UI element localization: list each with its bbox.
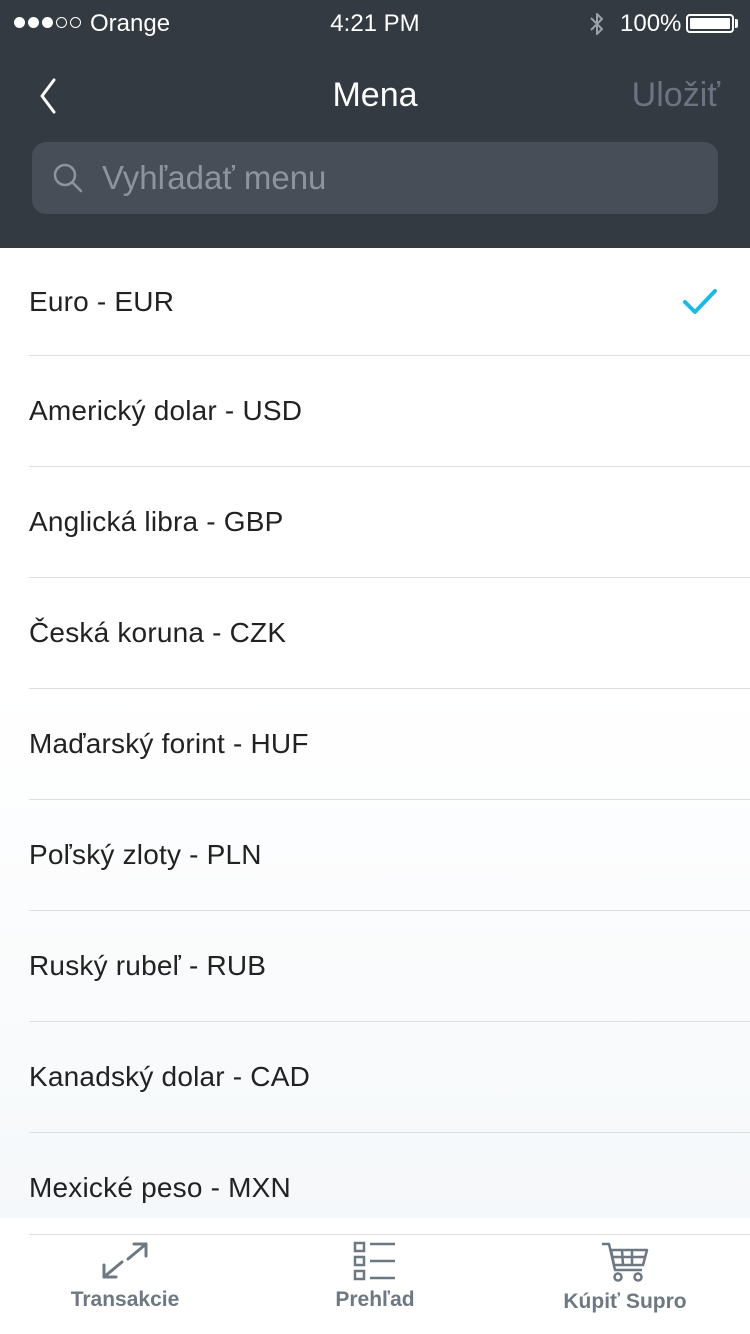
search-icon (53, 163, 83, 193)
currency-item[interactable]: Maďarský forint - HUF (29, 689, 750, 800)
currency-label: Anglická libra - GBP (29, 506, 284, 537)
tab-transactions[interactable]: Transakcie (0, 1240, 250, 1334)
currency-label: Euro - EUR (29, 285, 175, 317)
currency-label: Kanadský dolar - CAD (29, 1061, 311, 1092)
bluetooth-icon (590, 13, 603, 35)
tab-overview[interactable]: Prehľad (250, 1240, 500, 1334)
tab-label: Prehľad (335, 1288, 415, 1311)
tab-buy-supro[interactable]: Kúpiť Supro (500, 1240, 750, 1334)
currency-item[interactable]: Poľský zloty - PLN (29, 800, 750, 911)
currency-label: Mexické peso - MXN (29, 1172, 291, 1203)
tab-bar-divider (29, 1234, 750, 1235)
currency-label: Maďarský forint - HUF (29, 728, 309, 759)
currency-item[interactable]: Anglická libra - GBP (29, 467, 750, 578)
transactions-arrows-icon (102, 1242, 148, 1279)
currency-item[interactable]: Americký dolar - USD (29, 356, 750, 467)
search-input[interactable] (102, 142, 702, 214)
tab-label: Transakcie (70, 1288, 180, 1311)
currency-label: Americký dolar - USD (29, 395, 303, 426)
tab-bar: Transakcie Prehľad Kúpiť Supro (0, 1218, 750, 1334)
currency-item[interactable]: Kanadský dolar - CAD (29, 1022, 750, 1133)
shopping-cart-icon (602, 1242, 649, 1282)
currency-item[interactable]: Česká koruna - CZK (29, 578, 750, 689)
search-box[interactable] (32, 142, 718, 214)
save-button[interactable]: Uložiť (632, 76, 720, 115)
header: Orange 4:21 PM 100% Mena Uložiť (0, 0, 750, 248)
tab-label: Kúpiť Supro (563, 1290, 687, 1313)
status-bar: Orange 4:21 PM 100% (0, 0, 750, 48)
currency-list: Euro - EUR Americký dolar - USD Anglická l… (0, 248, 750, 1218)
currency-item[interactable]: Ruský rubeľ - RUB (29, 911, 750, 1022)
currency-screen: Orange 4:21 PM 100% Mena Uložiť Vyhľadať… (0, 0, 750, 1334)
battery-icon (686, 14, 734, 33)
currency-label: Ruský rubeľ - RUB (29, 950, 267, 981)
currency-label: Česká koruna - CZK (29, 617, 287, 648)
battery-percentage: 100% (620, 10, 682, 37)
currency-item[interactable]: Euro - EUR (29, 248, 750, 356)
navigation-bar: Mena Uložiť (0, 60, 750, 132)
list-overview-icon (353, 1241, 395, 1281)
currency-label: Poľský zloty - PLN (29, 839, 262, 870)
checkmark-icon (683, 288, 717, 314)
currency-item[interactable]: Mexické peso - MXN (29, 1133, 750, 1218)
